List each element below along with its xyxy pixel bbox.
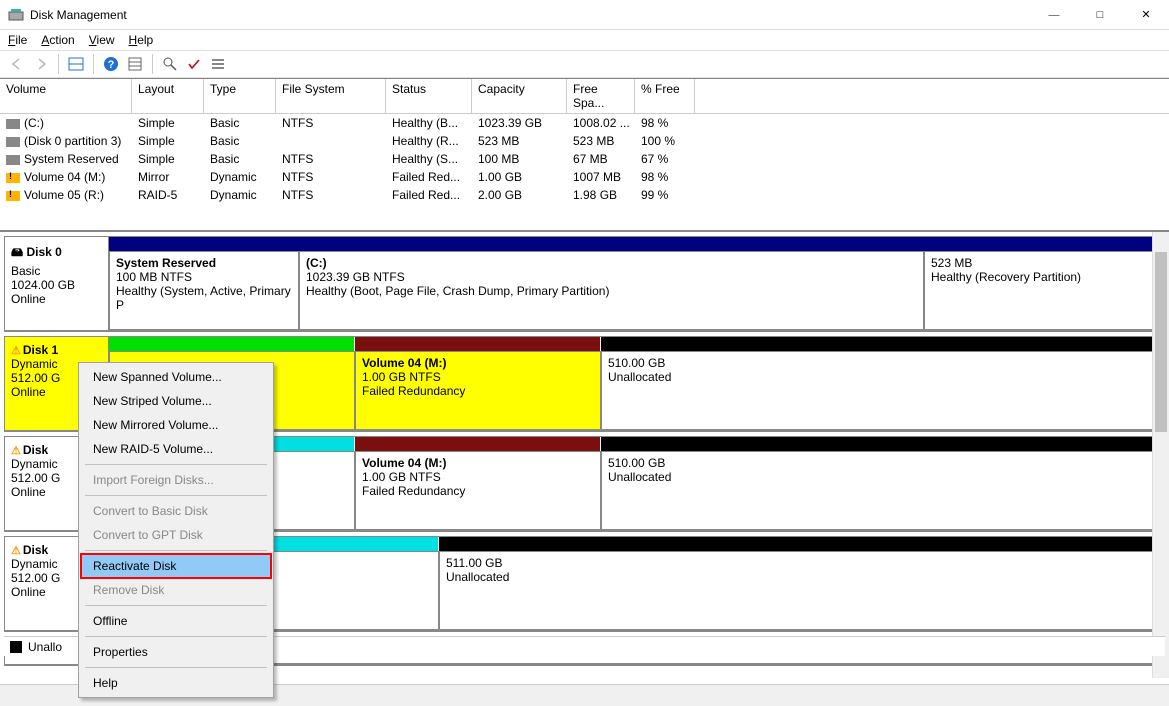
ctx-new-striped[interactable]: New Striped Volume... [81, 389, 271, 413]
minimize-button[interactable]: — [1031, 0, 1077, 30]
disk0-type: Basic [11, 264, 102, 278]
menu-file[interactable]: File [8, 33, 27, 47]
disk0-partition-recovery[interactable]: 523 MB Healthy (Recovery Partition) [924, 251, 1164, 330]
close-button[interactable]: ✕ [1123, 0, 1169, 30]
disk0-size: 1024.00 GB [11, 278, 102, 292]
col-type[interactable]: Type [204, 79, 276, 113]
legend-unallocated: Unallo [28, 640, 62, 654]
scrollbar-thumb[interactable] [1155, 252, 1167, 432]
disk2-partition-unalloc[interactable]: 510.00 GB Unallocated [601, 451, 1164, 530]
ctx-convert-gpt[interactable]: Convert to GPT Disk [81, 523, 271, 547]
disk-icon: 🖴 [11, 245, 23, 259]
disk0-partition-sysreserved[interactable]: System Reserved 100 MB NTFS Healthy (Sys… [109, 251, 299, 330]
window-title: Disk Management [30, 8, 1031, 22]
menu-help[interactable]: Help [129, 33, 154, 47]
menu-action[interactable]: Action [41, 33, 74, 47]
col-layout[interactable]: Layout [132, 79, 204, 113]
vertical-scrollbar[interactable] [1152, 232, 1169, 678]
search-button[interactable] [159, 53, 181, 75]
disk1-name: Disk 1 [23, 343, 58, 357]
ctx-new-spanned[interactable]: New Spanned Volume... [81, 365, 271, 389]
legend-swatch-unalloc [10, 641, 22, 653]
disk2-name: Disk [23, 443, 48, 457]
help-button[interactable]: ? [100, 53, 122, 75]
svg-text:?: ? [108, 59, 115, 71]
disk0-state: Online [11, 292, 102, 306]
ctx-reactivate-disk[interactable]: Reactivate Disk [81, 554, 271, 578]
view-button[interactable] [65, 53, 87, 75]
col-status[interactable]: Status [386, 79, 472, 113]
settings-button[interactable] [124, 53, 146, 75]
ctx-properties[interactable]: Properties [81, 640, 271, 664]
menu-view[interactable]: View [89, 33, 115, 47]
disk3-partition-unalloc[interactable]: 511.00 GB Unallocated [439, 551, 1164, 630]
back-button[interactable] [6, 53, 28, 75]
forward-button[interactable] [30, 53, 52, 75]
volume-row[interactable]: (Disk 0 partition 3)SimpleBasicHealthy (… [0, 132, 1169, 150]
list-button[interactable] [207, 53, 229, 75]
disk3-name: Disk [23, 543, 48, 557]
check-button[interactable] [183, 53, 205, 75]
ctx-convert-basic[interactable]: Convert to Basic Disk [81, 499, 271, 523]
disk0-name: Disk 0 [26, 245, 61, 259]
disk0-label[interactable]: ​🖴 Disk 0 Basic 1024.00 GB Online [4, 236, 109, 331]
col-pct[interactable]: % Free [635, 79, 695, 113]
context-menu: New Spanned Volume... New Striped Volume… [78, 362, 274, 698]
ctx-remove-disk[interactable]: Remove Disk [81, 578, 271, 602]
maximize-button[interactable]: □ [1077, 0, 1123, 30]
ctx-import-foreign[interactable]: Import Foreign Disks... [81, 468, 271, 492]
menubar: File Action View Help [0, 30, 1169, 50]
volume-row[interactable]: System ReservedSimpleBasicNTFSHealthy (S… [0, 150, 1169, 168]
col-free[interactable]: Free Spa... [567, 79, 635, 113]
disk2-partition-vol04[interactable]: Volume 04 (M:) 1.00 GB NTFS Failed Redun… [355, 451, 601, 530]
app-icon [8, 7, 24, 23]
disk1-partition-vol04[interactable]: Volume 04 (M:) 1.00 GB NTFS Failed Redun… [355, 351, 601, 430]
toolbar: ? [0, 50, 1169, 78]
disk0-partition-c[interactable]: (C:) 1023.39 GB NTFS Healthy (Boot, Page… [299, 251, 924, 330]
volume-list-header: Volume Layout Type File System Status Ca… [0, 79, 1169, 114]
volume-row[interactable]: Volume 04 (M:)MirrorDynamicNTFSFailed Re… [0, 168, 1169, 186]
volume-row[interactable]: (C:)SimpleBasicNTFSHealthy (B...1023.39 … [0, 114, 1169, 132]
volume-list-body: (C:)SimpleBasicNTFSHealthy (B...1023.39 … [0, 114, 1169, 204]
ctx-offline[interactable]: Offline [81, 609, 271, 633]
volume-list: Volume Layout Type File System Status Ca… [0, 78, 1169, 230]
ctx-new-mirrored[interactable]: New Mirrored Volume... [81, 413, 271, 437]
col-capacity[interactable]: Capacity [472, 79, 567, 113]
disk1-partition-unalloc[interactable]: 510.00 GB Unallocated [601, 351, 1164, 430]
titlebar: Disk Management — □ ✕ [0, 0, 1169, 30]
ctx-help[interactable]: Help [81, 671, 271, 695]
ctx-new-raid5[interactable]: New RAID-5 Volume... [81, 437, 271, 461]
col-fs[interactable]: File System [276, 79, 386, 113]
disk-row-0[interactable]: ​🖴 Disk 0 Basic 1024.00 GB Online System… [4, 236, 1165, 332]
col-volume[interactable]: Volume [0, 79, 132, 113]
volume-row[interactable]: Volume 05 (R:)RAID-5DynamicNTFSFailed Re… [0, 186, 1169, 204]
